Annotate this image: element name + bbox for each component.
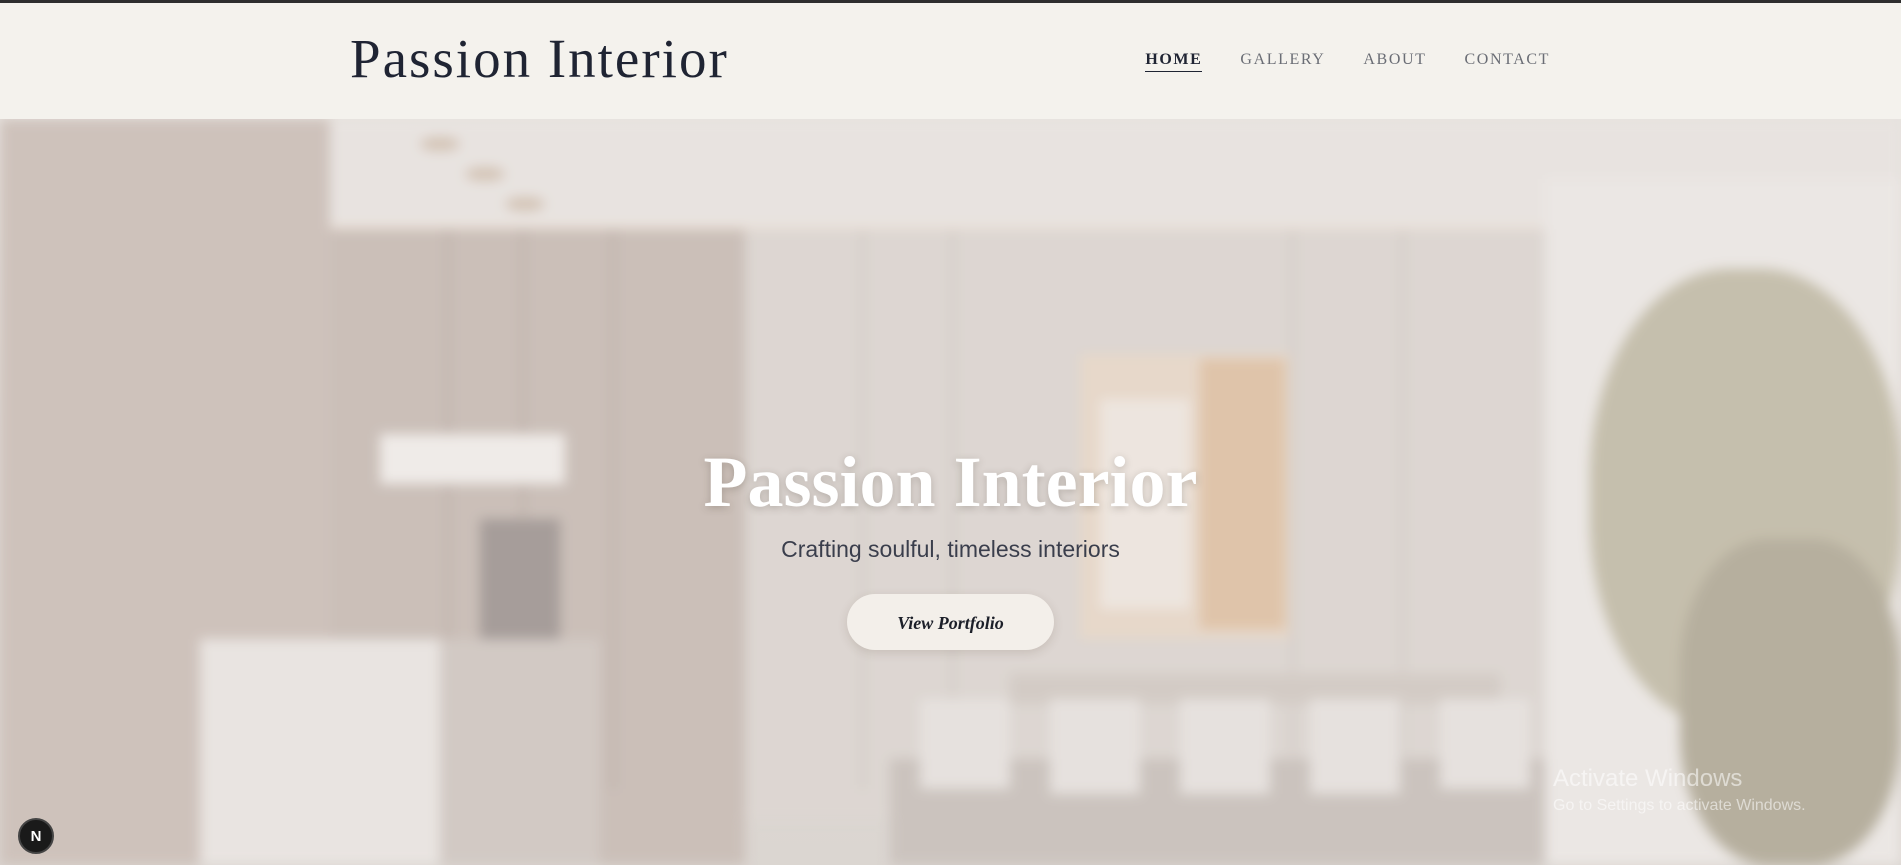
windows-activation-watermark: Activate Windows Go to Settings to activ…: [1553, 765, 1806, 815]
nav-about[interactable]: ABOUT: [1363, 51, 1426, 72]
nav-home[interactable]: HOME: [1145, 51, 1203, 72]
nextjs-dev-badge[interactable]: N: [18, 818, 54, 854]
hero-title: Passion Interior: [703, 442, 1198, 522]
nextjs-logo-icon: N: [30, 827, 42, 845]
view-portfolio-button[interactable]: View Portfolio: [847, 594, 1054, 650]
main-nav: HOME GALLERY ABOUT CONTACT: [1145, 51, 1550, 72]
hero-subtitle: Crafting soulful, timeless interiors: [781, 536, 1120, 562]
nav-contact[interactable]: CONTACT: [1465, 51, 1550, 72]
watermark-subtitle: Go to Settings to activate Windows.: [1553, 797, 1806, 814]
site-logo[interactable]: Passion Interior: [350, 27, 729, 90]
nav-gallery[interactable]: GALLERY: [1240, 51, 1325, 72]
site-header: Passion Interior HOME GALLERY ABOUT CONT…: [0, 3, 1901, 119]
hero-section: Passion Interior Crafting soulful, timel…: [0, 119, 1901, 865]
hero-content: Passion Interior Crafting soulful, timel…: [0, 446, 1901, 650]
watermark-title: Activate Windows: [1553, 765, 1743, 792]
